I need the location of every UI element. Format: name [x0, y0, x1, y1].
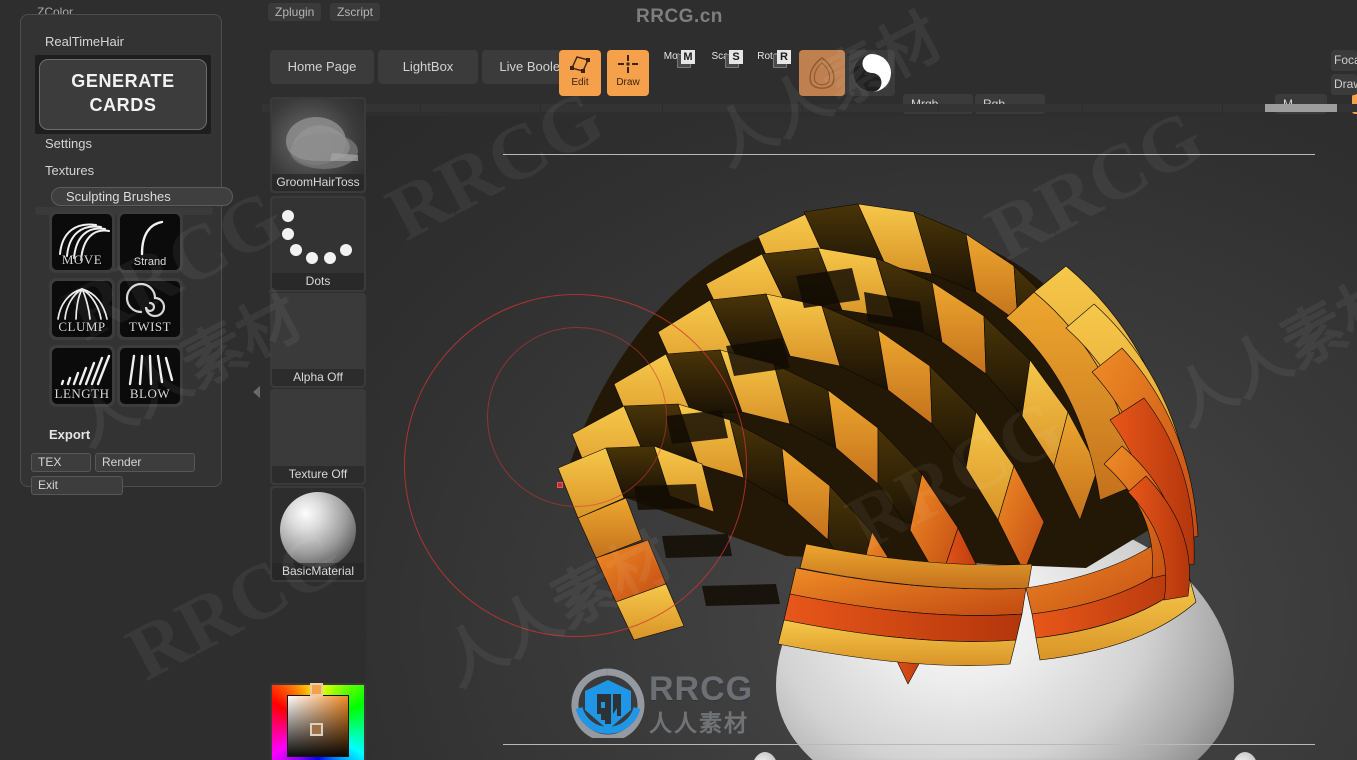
- draw-mode-button[interactable]: Draw: [607, 50, 649, 96]
- home-page-button[interactable]: Home Page: [270, 50, 374, 84]
- panel-item-textures[interactable]: Textures: [45, 163, 94, 178]
- brush-button-strand[interactable]: Strand: [117, 211, 183, 273]
- edit-mode-button[interactable]: Edit: [559, 50, 601, 96]
- rotate-mode-button[interactable]: R Rotate: [751, 50, 793, 96]
- material-palette-slot[interactable]: BasicMaterial: [270, 486, 366, 582]
- brush-label-strand: Strand: [133, 256, 167, 268]
- toolbar-segment-active[interactable]: [1265, 104, 1337, 112]
- chevron-right-icon: [253, 386, 260, 398]
- brush-button-clump[interactable]: CLUMP: [49, 278, 115, 340]
- exit-button[interactable]: Exit: [31, 476, 123, 495]
- brush-cursor-center: [557, 482, 563, 488]
- edit-label: Edit: [571, 77, 589, 88]
- brush-label-length: LENGTH: [54, 386, 110, 401]
- brush-label-blow: BLOW: [129, 386, 171, 401]
- edit-gizmo-icon: [569, 54, 591, 76]
- brush-label-move: MOVE: [61, 252, 103, 267]
- current-brush-thumbnail[interactable]: [799, 50, 845, 96]
- brush-palette-slot[interactable]: GroomHairToss: [270, 97, 366, 193]
- left-palette-column: GroomHairToss Dots Alpha Off Texture Off…: [270, 97, 366, 760]
- tex-button[interactable]: TEX: [31, 453, 91, 472]
- material-sphere-icon: [280, 492, 356, 568]
- hue-marker[interactable]: [310, 683, 323, 696]
- texture-palette-slot[interactable]: Texture Off: [270, 389, 366, 485]
- canvas-bottom-boundary: [503, 744, 1315, 745]
- generate-cards-button[interactable]: GENERATE CARDS: [39, 59, 207, 130]
- texture-palette-label: Texture Off: [272, 466, 364, 483]
- zbrush-window: ZColor Zplugin Zscript RRCG.cn Home Page…: [0, 0, 1357, 760]
- render-button[interactable]: Render: [95, 453, 195, 472]
- draw-size-slider[interactable]: Draw: [1331, 74, 1357, 95]
- brush-label-clump: CLUMP: [58, 319, 106, 334]
- material-palette-label: BasicMaterial: [272, 563, 364, 580]
- plugin-title: RealTimeHair: [45, 34, 124, 49]
- brush-label-twist: TWIST: [128, 319, 172, 334]
- brush-button-twist[interactable]: TWIST: [117, 278, 183, 340]
- brush-button-blow[interactable]: BLOW: [117, 345, 183, 407]
- draw-crosshair-icon: [617, 54, 639, 76]
- color-picker[interactable]: Gradient: [270, 683, 366, 760]
- alpha-palette-slot[interactable]: Alpha Off: [270, 293, 366, 388]
- menu-item-zplugin[interactable]: Zplugin: [268, 3, 322, 21]
- generate-label-2: CARDS: [89, 95, 157, 115]
- texture-thumb: Texture Off: [272, 391, 364, 483]
- panel-item-settings[interactable]: Settings: [45, 136, 92, 151]
- scale-mode-button[interactable]: S Scale: [703, 50, 745, 96]
- current-material-thumbnail[interactable]: [849, 50, 895, 96]
- dots-stroke-icon: Dots: [272, 198, 364, 290]
- menu-item-zscript[interactable]: Zscript: [330, 3, 380, 21]
- canvas-viewport[interactable]: [366, 116, 1357, 760]
- export-section-label: Export: [49, 427, 91, 442]
- sculpting-brush-grid: MOVE Strand CLUMP TWIST LENGTH BLOW: [29, 211, 215, 415]
- lightbox-button[interactable]: LightBox: [378, 50, 478, 84]
- toolbar-segment-bar[interactable]: [262, 104, 1357, 112]
- alpha-palette-label: Alpha Off: [272, 369, 364, 386]
- realtimehair-plugin-panel: RealTimeHair GENERATE CARDS Settings Tex…: [20, 14, 233, 495]
- alpha-thumb: Alpha Off: [272, 295, 364, 386]
- focal-shift-slider[interactable]: Foca: [1331, 50, 1357, 71]
- panel-item-sculpting-brushes[interactable]: Sculpting Brushes: [51, 187, 233, 206]
- brush-button-move[interactable]: MOVE: [49, 211, 115, 273]
- brush-cursor-inner-ring: [487, 327, 667, 507]
- stroke-palette-slot[interactable]: Dots: [270, 196, 366, 292]
- move-mode-button[interactable]: M Move: [655, 50, 697, 96]
- color-marker[interactable]: [310, 723, 323, 736]
- palette-collapse-handle[interactable]: [252, 380, 262, 404]
- move-letter: M: [681, 50, 695, 64]
- generate-cards-wrapper: GENERATE CARDS: [35, 55, 211, 134]
- generate-label-1: GENERATE: [71, 71, 175, 91]
- scale-letter: S: [729, 50, 743, 64]
- brush-button-length[interactable]: LENGTH: [49, 345, 115, 407]
- material-thumb: BasicMaterial: [272, 488, 364, 580]
- draw-label: Draw: [616, 77, 640, 88]
- groom-hair-toss-thumb: GroomHairToss: [272, 99, 364, 191]
- brush-palette-label: GroomHairToss: [272, 174, 364, 191]
- stroke-palette-label: Dots: [272, 273, 364, 290]
- rotate-letter: R: [777, 50, 791, 64]
